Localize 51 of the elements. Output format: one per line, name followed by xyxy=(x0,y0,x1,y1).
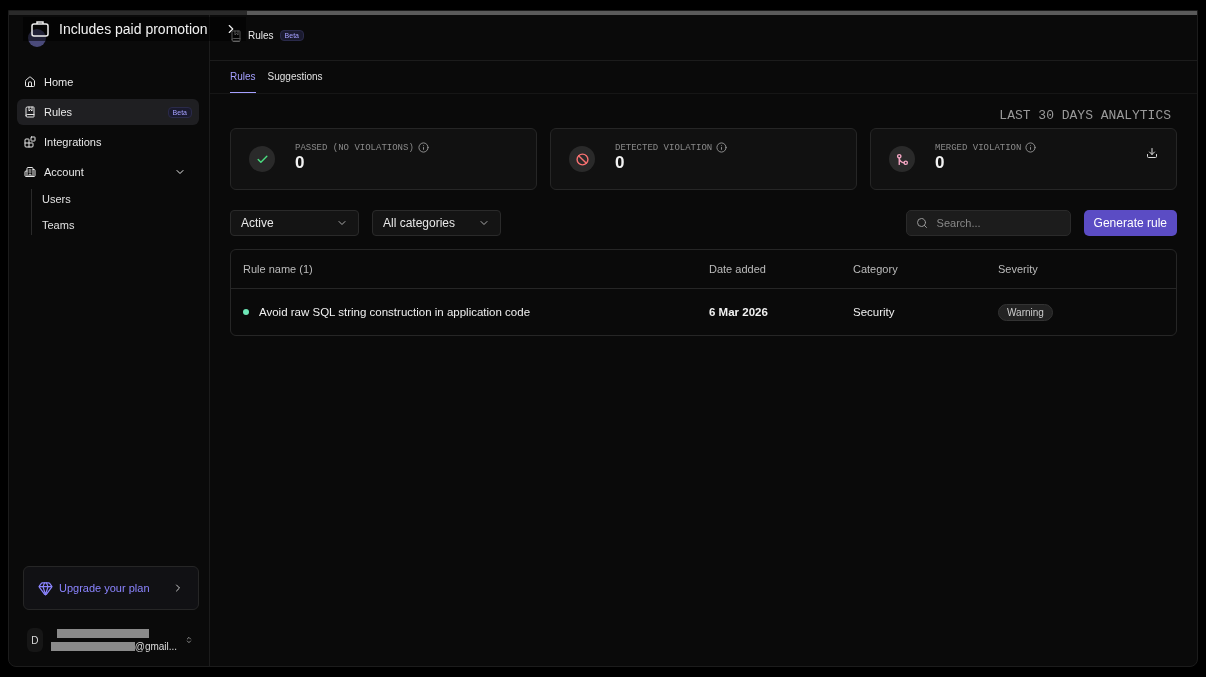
analytics-title: LAST 30 DAYS ANALYTICS xyxy=(999,108,1171,123)
sidebar-item[interactable]: Home xyxy=(17,69,199,95)
stat-value: 0 xyxy=(295,153,306,173)
info-icon[interactable] xyxy=(417,142,429,153)
rule-name[interactable]: Avoid raw SQL string construction in application code xyxy=(259,306,531,318)
generate-rule-button[interactable]: Generate rule xyxy=(1083,210,1177,236)
column-header: Rule name (1) xyxy=(243,263,314,275)
table-cell-text: Security xyxy=(853,306,896,318)
table-cell-text: 6 Mar 2026 xyxy=(709,306,769,318)
search-icon xyxy=(915,217,928,229)
column-header: Date added xyxy=(709,263,767,275)
info-icon[interactable] xyxy=(716,142,728,153)
search-field[interactable]: Search... xyxy=(905,210,1071,236)
promotion-banner[interactable]: Includes paid promotion xyxy=(23,17,246,41)
stat-label: MERGED VIOLATION xyxy=(935,142,1022,153)
blocks-icon xyxy=(24,136,36,148)
filter-dropdown[interactable]: All categories xyxy=(372,210,501,236)
diamond-icon xyxy=(38,580,53,596)
sidebar-item[interactable]: Integrations xyxy=(17,129,199,155)
tab[interactable]: Suggestions xyxy=(267,61,323,93)
sidebar-subitem[interactable]: Users xyxy=(42,193,199,205)
upgrade-card[interactable]: Upgrade your plan xyxy=(23,566,199,610)
bag-icon xyxy=(31,21,49,37)
book-icon xyxy=(24,106,36,118)
sidebar-label: Rules xyxy=(44,106,74,118)
column-header: Category xyxy=(853,263,899,275)
stat-label: PASSED (NO VIOLATIONS) xyxy=(295,142,414,153)
stat-value: 0 xyxy=(935,153,946,173)
sidebar-subitem[interactable]: Teams xyxy=(42,219,199,231)
upgrade-label: Upgrade your plan xyxy=(59,582,151,594)
promotion-label: Includes paid promotion xyxy=(59,21,208,37)
severity-badge: Warning xyxy=(998,303,1053,321)
building-icon xyxy=(24,166,36,178)
stat-value: 0 xyxy=(615,153,626,173)
sidebar-item[interactable]: Account xyxy=(17,159,199,185)
sidebar-label: Account xyxy=(44,166,85,178)
home-icon xyxy=(24,76,36,88)
avatar: D xyxy=(27,628,43,652)
info-icon[interactable] xyxy=(1025,142,1037,153)
search-input[interactable]: Search... xyxy=(934,216,1055,230)
expand-icon[interactable] xyxy=(185,634,193,646)
book-icon xyxy=(230,29,242,42)
stat-label: DETECTED VIOLATION xyxy=(615,142,713,153)
sidebar-label: Integrations xyxy=(44,136,103,148)
filter-dropdown[interactable]: Active xyxy=(230,210,359,236)
user-email: @gmail... xyxy=(134,640,178,652)
column-header: Severity xyxy=(998,263,1039,275)
tab[interactable]: Rules xyxy=(230,61,256,93)
breadcrumb-label[interactable]: Rules xyxy=(248,30,274,41)
sidebar-label: Home xyxy=(44,76,75,88)
download-icon[interactable] xyxy=(1146,147,1158,159)
